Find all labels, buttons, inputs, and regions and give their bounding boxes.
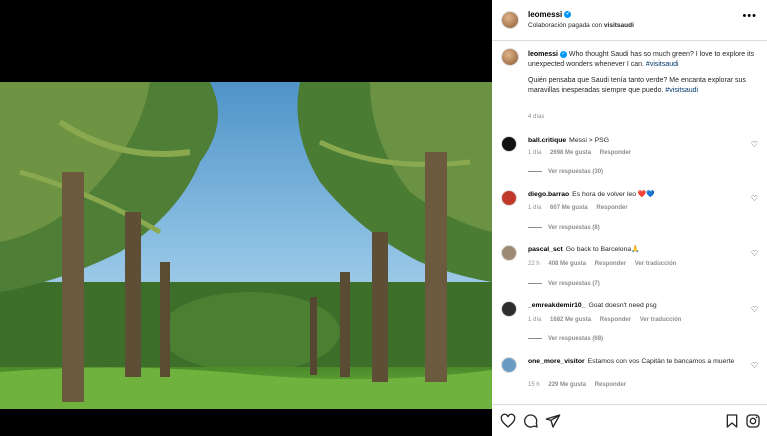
reply-button[interactable]: Responder (595, 261, 626, 267)
comment-like-icon[interactable]: ♡ (751, 140, 758, 149)
comment-time: 22 h (528, 261, 540, 267)
commenter-username[interactable]: pascal_sct (528, 246, 563, 253)
author-avatar[interactable] (501, 11, 519, 29)
commenter-avatar[interactable] (501, 136, 517, 152)
instagram-logo-icon (746, 414, 760, 428)
caption-spanish: Quién pensaba que Saudi tenía tanto verd… (528, 77, 746, 94)
post-action-bar (492, 404, 767, 436)
comment-meta: 15 h 229 Me gusta Responder (528, 382, 633, 388)
verified-badge-icon: ✓ (564, 11, 572, 19)
commenter-username[interactable]: diego.barrao (528, 191, 569, 198)
comment-like-icon[interactable]: ♡ (751, 249, 758, 258)
comment-text: _emreakdemir10_ Goat doesn't need psg (528, 301, 740, 311)
comment-likes[interactable]: 408 Me gusta (548, 261, 586, 267)
collab-prefix: Colaboración pagada con (528, 22, 603, 29)
comment-body: Es hora de volver leo ❤️💙 (572, 191, 655, 198)
translate-button[interactable]: Ver traducción (635, 261, 677, 267)
comment-likes[interactable]: 2698 Me gusta (550, 150, 591, 156)
comment-like-icon[interactable]: ♡ (751, 361, 758, 370)
reply-button[interactable]: Responder (600, 150, 631, 156)
comment-likes[interactable]: 229 Me gusta (548, 382, 586, 388)
view-replies-button[interactable]: Ver respuestas (7) (528, 281, 600, 287)
post-header: leomessi ✓ Colaboración pagada con visits… (492, 0, 767, 41)
hashtag-link-2[interactable]: #visitsaudi (665, 87, 698, 94)
caption-verified-icon: ✓ (559, 50, 567, 58)
comment-time: 1 día (528, 150, 542, 156)
caption-username[interactable]: leomessi (528, 51, 558, 58)
view-replies-button[interactable]: Ver respuestas (8) (528, 225, 600, 231)
bookmark-icon[interactable] (724, 413, 740, 429)
more-icon[interactable]: ••• (742, 10, 757, 22)
comment-like-icon[interactable]: ♡ (751, 194, 758, 203)
comment-likes[interactable]: 1682 Me gusta (550, 317, 591, 323)
post-side-panel: leomessi ✓ Colaboración pagada con visits… (492, 0, 767, 436)
comment-time: 15 h (528, 382, 540, 388)
translate-button[interactable]: Ver traducción (640, 317, 682, 323)
comment-time: 1 día (528, 205, 542, 211)
commenter-avatar[interactable] (501, 357, 517, 373)
comment-time: 1 día (528, 317, 542, 323)
view-replies-button[interactable]: Ver respuestas (30) (528, 169, 603, 175)
reply-button[interactable]: Responder (595, 382, 626, 388)
comment-icon[interactable] (523, 413, 539, 429)
comment-text: ball.critique Messi > PSG (528, 136, 740, 146)
caption-text: leomessi ✓ Who thought Saudi has so much … (528, 50, 756, 96)
commenter-username[interactable]: _emreakdemir10_ (528, 302, 585, 309)
caption-timestamp: 4 días (528, 114, 545, 120)
share-icon[interactable] (545, 413, 561, 429)
comment-meta: 22 h 408 Me gusta Responder Ver traducci… (528, 261, 683, 267)
palm-grove-image (0, 82, 492, 409)
reply-button[interactable]: Responder (600, 317, 631, 323)
instagram-post-view: leomessi ✓ Colaboración pagada con visits… (0, 0, 767, 436)
comment-likes[interactable]: 607 Me gusta (550, 205, 588, 211)
comment-text: one_more_visitor Estamos con vos Capitán … (528, 357, 740, 367)
comment-text: pascal_sct Go back to Barcelona🙏 (528, 245, 740, 255)
comment-body: Goat doesn't need psg (588, 302, 657, 309)
media-pane (0, 0, 492, 435)
post-photo[interactable] (0, 82, 492, 409)
commenter-avatar[interactable] (501, 190, 517, 206)
author-username-text[interactable]: leomessi (528, 10, 562, 19)
commenter-avatar[interactable] (501, 301, 517, 317)
paid-partnership-label: Colaboración pagada con visitsaudi (528, 22, 634, 29)
comment-meta: 1 día 2698 Me gusta Responder (528, 150, 638, 156)
hashtag-link[interactable]: #visitsaudi (646, 61, 679, 68)
view-replies-button[interactable]: Ver respuestas (68) (528, 336, 603, 342)
caption-avatar[interactable] (501, 48, 519, 66)
comment-body: Estamos con vos Capitán te bancamos a mu… (587, 358, 735, 365)
comment-like-icon[interactable]: ♡ (751, 305, 758, 314)
heart-icon[interactable] (500, 413, 516, 429)
commenter-username[interactable]: ball.critique (528, 137, 566, 144)
commenter-username[interactable]: one_more_visitor (528, 358, 585, 365)
comment-text: diego.barrao Es hora de volver leo ❤️💙 (528, 190, 740, 200)
author-username[interactable]: leomessi ✓ (528, 10, 572, 19)
comment-body: Messi > PSG (569, 137, 610, 144)
commenter-avatar[interactable] (501, 245, 517, 261)
collab-partner-link[interactable]: visitsaudi (604, 22, 634, 29)
comment-meta: 1 día 1682 Me gusta Responder Ver traduc… (528, 317, 688, 323)
reply-button[interactable]: Responder (596, 205, 627, 211)
comment-body: Go back to Barcelona🙏 (565, 246, 640, 253)
comment-meta: 1 día 607 Me gusta Responder (528, 205, 635, 211)
